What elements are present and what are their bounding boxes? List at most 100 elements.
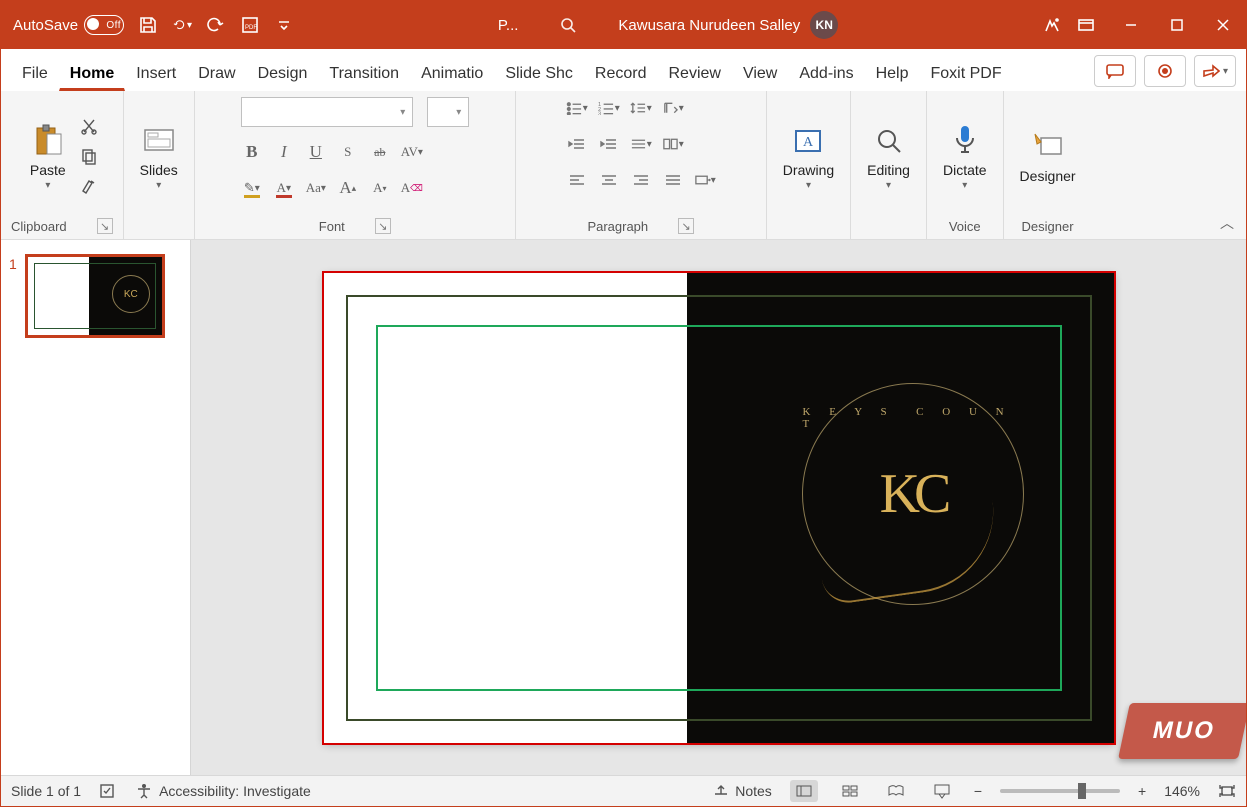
qat-overflow-icon[interactable] xyxy=(274,15,294,35)
justify-button[interactable] xyxy=(662,169,684,191)
account-area[interactable]: Kawusara Nurudeen Salley KN xyxy=(618,11,838,39)
autosave-toggle[interactable]: AutoSave Off xyxy=(13,15,124,35)
titlebar: AutoSave Off ▾ PDF P... Kawusara Nurudee… xyxy=(1,1,1246,49)
logo-arc-text: K E Y S C O U N T xyxy=(803,406,1023,430)
editing-button[interactable]: Editing ▾ xyxy=(861,120,916,193)
group-paragraph: ▾ 123▾ ▾ ▾ ▾ ▾ ▾ xyxy=(516,91,767,239)
zoom-percent[interactable]: 146% xyxy=(1164,783,1200,799)
tab-draw[interactable]: Draw xyxy=(187,56,246,91)
numbering-button[interactable]: 123▾ xyxy=(598,97,620,119)
tab-animations[interactable]: Animatio xyxy=(410,56,494,91)
thumb-slide-1[interactable]: 1 KC xyxy=(9,254,182,338)
align-right-button[interactable] xyxy=(630,169,652,191)
tab-help[interactable]: Help xyxy=(865,56,920,91)
align-left-button[interactable] xyxy=(566,169,588,191)
drawing-button[interactable]: A Drawing ▾ xyxy=(777,120,840,193)
close-button[interactable] xyxy=(1200,1,1246,49)
slides-button[interactable]: Slides ▾ xyxy=(134,120,184,193)
tab-review[interactable]: Review xyxy=(657,56,731,91)
zoom-slider[interactable] xyxy=(1000,789,1120,793)
comments-button[interactable] xyxy=(1094,55,1136,87)
font-size-combo[interactable]: ▾ xyxy=(427,97,469,127)
clipboard-dialog-launcher[interactable]: ↘ xyxy=(97,218,113,234)
convert-smartart-button[interactable]: ▾ xyxy=(694,169,716,191)
tab-slideshow[interactable]: Slide Shc xyxy=(494,56,584,91)
line-spacing-button[interactable]: ▾ xyxy=(630,97,652,119)
ribbon-mode-icon[interactable] xyxy=(1076,15,1096,35)
tab-addins[interactable]: Add-ins xyxy=(788,56,864,91)
svg-text:PDF: PDF xyxy=(245,25,257,31)
underline-button[interactable]: U xyxy=(305,141,327,163)
slide-thumbnails-pane[interactable]: 1 KC xyxy=(1,240,191,775)
zoom-out-button[interactable]: − xyxy=(974,783,982,799)
increase-indent-button[interactable] xyxy=(598,133,620,155)
maximize-button[interactable] xyxy=(1154,1,1200,49)
designer-label: Designer xyxy=(1022,219,1074,234)
cut-icon[interactable] xyxy=(78,115,100,137)
designer-button[interactable]: Designer xyxy=(1014,126,1082,186)
tab-insert[interactable]: Insert xyxy=(125,56,187,91)
copy-icon[interactable] xyxy=(78,145,100,167)
bold-button[interactable]: B xyxy=(241,141,263,163)
font-dialog-launcher[interactable]: ↘ xyxy=(375,218,391,234)
notes-button[interactable]: Notes xyxy=(713,783,772,799)
char-spacing-button[interactable]: AV▾ xyxy=(401,141,423,163)
dictate-button[interactable]: Dictate ▾ xyxy=(937,120,993,193)
slide-1[interactable]: K E Y S C O U N T KC xyxy=(324,273,1114,743)
font-color-button[interactable]: A▾ xyxy=(273,177,295,199)
undo-icon[interactable]: ▾ xyxy=(172,15,192,35)
save-icon[interactable] xyxy=(138,15,158,35)
paragraph-dialog-launcher[interactable]: ↘ xyxy=(678,218,694,234)
share-button[interactable]: ▾ xyxy=(1194,55,1236,87)
designer-icon xyxy=(1031,128,1065,166)
font-name-combo[interactable]: ▾ xyxy=(241,97,413,127)
bullets-button[interactable]: ▾ xyxy=(566,97,588,119)
tab-transitions[interactable]: Transition xyxy=(318,56,410,91)
columns-button[interactable]: ▾ xyxy=(662,133,684,155)
grow-font-button[interactable]: A▴ xyxy=(337,177,359,199)
record-button[interactable] xyxy=(1144,55,1186,87)
search-icon[interactable] xyxy=(558,15,578,35)
tab-foxit[interactable]: Foxit PDF xyxy=(920,56,1013,91)
slide-counter[interactable]: Slide 1 of 1 xyxy=(11,783,81,799)
view-slideshow-icon[interactable] xyxy=(928,780,956,802)
coming-soon-icon[interactable] xyxy=(1042,15,1062,35)
italic-button[interactable]: I xyxy=(273,141,295,163)
slide-canvas[interactable]: K E Y S C O U N T KC MUO xyxy=(191,240,1246,775)
align-text-button[interactable]: ▾ xyxy=(630,133,652,155)
tab-view[interactable]: View xyxy=(732,56,788,91)
text-direction-button[interactable]: ▾ xyxy=(662,97,684,119)
view-normal-icon[interactable] xyxy=(790,780,818,802)
minimize-button[interactable] xyxy=(1108,1,1154,49)
app-window: AutoSave Off ▾ PDF P... Kawusara Nurudee… xyxy=(0,0,1247,807)
clear-formatting-button[interactable]: A⌫ xyxy=(401,177,423,199)
tab-record[interactable]: Record xyxy=(584,56,658,91)
export-pdf-icon[interactable]: PDF xyxy=(240,15,260,35)
find-icon xyxy=(872,122,906,160)
redo-icon[interactable] xyxy=(206,15,226,35)
decrease-indent-button[interactable] xyxy=(566,133,588,155)
strike-button[interactable]: ab xyxy=(369,141,391,163)
tab-design[interactable]: Design xyxy=(247,56,319,91)
view-sorter-icon[interactable] xyxy=(836,780,864,802)
group-clipboard: Paste ▾ Clipboard↘ xyxy=(1,91,124,239)
highlight-color-button[interactable]: ✎▾ xyxy=(241,177,263,199)
view-reading-icon[interactable] xyxy=(882,780,910,802)
ribbon-tabs: File Home Insert Draw Design Transition … xyxy=(1,49,1246,91)
align-center-button[interactable] xyxy=(598,169,620,191)
fit-to-window-icon[interactable] xyxy=(1218,784,1236,798)
spellcheck-status-icon[interactable] xyxy=(99,783,117,799)
collapse-ribbon-icon[interactable]: ︿ xyxy=(1220,213,1234,233)
tab-home[interactable]: Home xyxy=(59,56,125,91)
shrink-font-button[interactable]: A▾ xyxy=(369,177,391,199)
paste-button[interactable]: Paste ▾ xyxy=(24,120,72,193)
format-painter-icon[interactable] xyxy=(78,175,100,197)
group-drawing: A Drawing ▾ . xyxy=(767,91,851,239)
thumb-preview[interactable]: KC xyxy=(25,254,165,338)
accessibility-status[interactable]: Accessibility: Investigate xyxy=(135,782,311,800)
shadow-button[interactable]: S xyxy=(337,141,359,163)
autosave-switch[interactable]: Off xyxy=(84,15,124,35)
change-case-button[interactable]: Aa▾ xyxy=(305,177,327,199)
zoom-in-button[interactable]: + xyxy=(1138,783,1146,799)
tab-file[interactable]: File xyxy=(11,56,59,91)
